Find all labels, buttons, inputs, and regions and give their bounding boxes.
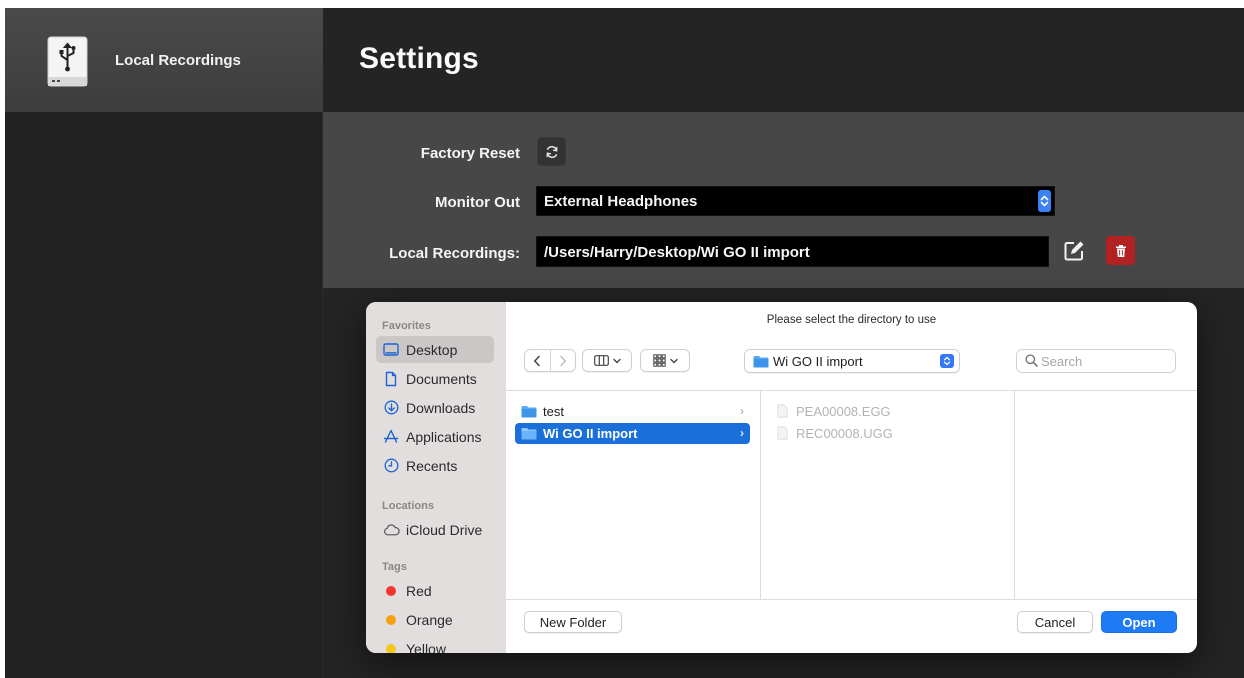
tag-label: Orange <box>406 611 453 628</box>
tag-label: Red <box>406 582 432 599</box>
open-directory-dialog: Favorites Desktop Documents Downloads Ap… <box>366 302 1197 653</box>
back-forward-group <box>524 349 576 372</box>
preview-column <box>1015 391 1197 600</box>
monitor-out-value: External Headphones <box>544 193 698 210</box>
file-name: PEA00008.EGG <box>796 403 891 419</box>
columns-view-icon <box>593 355 609 366</box>
favorite-label: Applications <box>406 428 482 445</box>
favorites-heading: Favorites <box>382 320 431 332</box>
favorite-label: Documents <box>406 370 477 387</box>
edit-icon <box>1064 241 1084 260</box>
search-field <box>1016 349 1176 373</box>
dialog-footer: New Folder Cancel Open <box>506 599 1197 653</box>
chevron-down-icon <box>612 358 621 363</box>
file-name: REC00008.UGG <box>796 425 893 441</box>
folder-name: Wi GO II import <box>543 426 638 441</box>
desktop-icon <box>382 341 400 359</box>
file-icon <box>777 426 788 440</box>
sidebar-item-local-recordings[interactable]: Local Recordings <box>5 8 323 112</box>
chevron-right-icon: › <box>740 404 744 418</box>
grid-icon <box>652 354 666 367</box>
sidebar-item-recents[interactable]: Recents <box>376 452 494 479</box>
orange-dot-icon <box>386 614 396 625</box>
dialog-title: Please select the directory to use <box>766 314 937 326</box>
monitor-out-label: Monitor Out <box>435 194 520 211</box>
sidebar-item-applications[interactable]: Applications <box>376 423 494 450</box>
tag-label: Yellow <box>406 640 446 654</box>
tags-heading: Tags <box>382 561 407 573</box>
files-column: PEA00008.EGG REC00008.UGG <box>761 391 1015 600</box>
back-button[interactable] <box>525 355 550 367</box>
favorite-label: Downloads <box>406 399 476 416</box>
file-row: PEA00008.EGG <box>777 401 891 421</box>
folder-name: test <box>543 404 564 419</box>
trash-icon <box>1115 244 1126 257</box>
updown-chevron-icon <box>940 354 954 368</box>
chevron-left-icon <box>534 355 540 366</box>
tag-yellow[interactable]: Yellow <box>376 635 494 653</box>
folder-icon <box>521 406 537 418</box>
folder-row-wi-go-ii-import[interactable]: Wi GO II import › <box>515 423 750 444</box>
download-icon <box>382 399 400 417</box>
location-popup-button[interactable]: Wi GO II import <box>744 349 960 373</box>
open-button[interactable]: Open <box>1101 611 1177 633</box>
updown-chevron-icon <box>1038 190 1051 212</box>
folder-icon <box>753 356 769 368</box>
location-label: Wi GO II import <box>773 354 863 369</box>
chevron-right-icon: › <box>740 426 744 440</box>
clock-icon <box>382 457 400 475</box>
factory-reset-label: Factory Reset <box>420 145 520 162</box>
favorite-label: Desktop <box>406 341 458 358</box>
cancel-button[interactable]: Cancel <box>1017 611 1093 633</box>
folder-icon <box>521 428 537 440</box>
search-icon <box>1025 354 1038 367</box>
favorite-label: Recents <box>406 457 458 474</box>
usb-drive-icon <box>47 36 88 87</box>
tag-red[interactable]: Red <box>376 577 494 604</box>
group-by-button[interactable] <box>640 349 690 372</box>
monitor-out-select[interactable]: External Headphones <box>536 186 1055 216</box>
new-folder-button[interactable]: New Folder <box>524 611 622 633</box>
cloud-icon <box>382 521 400 539</box>
local-recordings-label: Local Recordings: <box>389 245 520 262</box>
search-input[interactable] <box>1041 353 1171 370</box>
sidebar-item-label: Local Recordings <box>115 52 241 69</box>
file-icon <box>777 404 788 418</box>
folder-row-test[interactable]: test › <box>515 401 750 422</box>
sidebar-item-desktop[interactable]: Desktop <box>376 336 494 363</box>
sidebar: Local Recordings <box>5 8 323 678</box>
forward-button[interactable] <box>551 355 576 367</box>
view-mode-button[interactable] <box>582 349 632 372</box>
sidebar-item-documents[interactable]: Documents <box>376 365 494 392</box>
factory-reset-button[interactable] <box>537 137 566 166</box>
tag-orange[interactable]: Orange <box>376 606 494 633</box>
locations-heading: Locations <box>382 500 434 512</box>
sidebar-item-icloud-drive[interactable]: iCloud Drive <box>376 516 494 543</box>
folder-column: test › Wi GO II import › <box>506 391 761 600</box>
chevron-right-icon <box>560 355 566 366</box>
settings-panel: Factory Reset Monitor Out External Headp… <box>323 112 1244 288</box>
delete-path-button[interactable] <box>1106 236 1135 265</box>
column-browser: test › Wi GO II import › PEA00008.EGG RE… <box>506 390 1197 600</box>
refresh-icon <box>546 145 557 158</box>
yellow-dot-icon <box>386 643 396 653</box>
document-icon <box>382 370 400 388</box>
applications-icon <box>382 428 400 446</box>
edit-path-button[interactable] <box>1060 236 1088 265</box>
local-recordings-path-field[interactable]: /Users/Harry/Desktop/Wi GO II import <box>536 236 1049 267</box>
local-recordings-path: /Users/Harry/Desktop/Wi GO II import <box>544 244 810 261</box>
sidebar-item-downloads[interactable]: Downloads <box>376 394 494 421</box>
page-title: Settings <box>359 42 479 75</box>
location-label: iCloud Drive <box>406 521 483 538</box>
chevron-down-icon <box>669 358 678 363</box>
file-row: REC00008.UGG <box>777 423 893 443</box>
dialog-sidebar: Favorites Desktop Documents Downloads Ap… <box>366 302 506 653</box>
red-dot-icon <box>386 585 396 596</box>
